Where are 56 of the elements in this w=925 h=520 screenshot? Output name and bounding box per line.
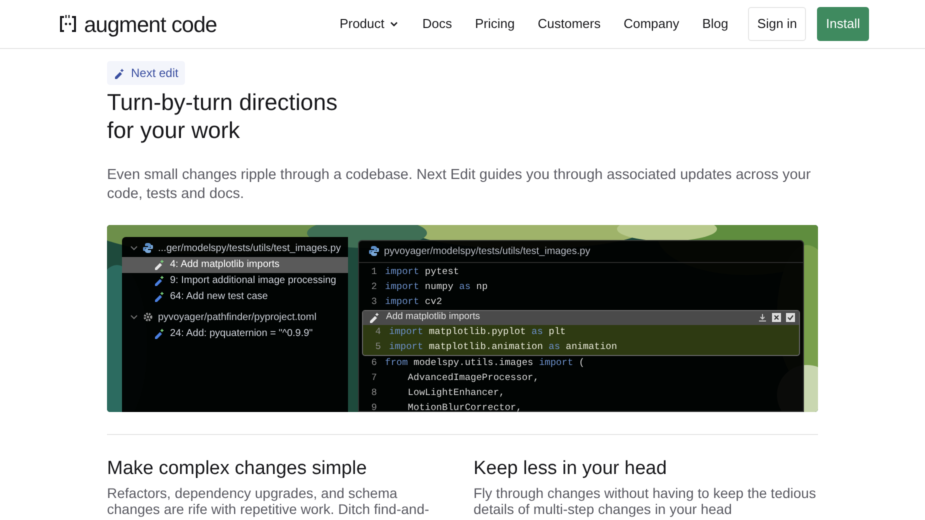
pen-sparkle-icon (114, 68, 125, 78)
code-line: LowLightEnhancer, (406, 386, 505, 400)
code-line: AdvancedImageProcessor, (406, 370, 539, 385)
code-line: import cv2 (385, 294, 442, 309)
nav-link[interactable]: Pricing (475, 14, 515, 34)
code-line: import pytest (385, 264, 460, 279)
section-text: Fly through changes without having to keep the tedious details of multi-step changes in your head (474, 484, 817, 516)
sign-in-button[interactable]: Sign in (748, 7, 806, 41)
suggestion-item[interactable]: 9: Import additional image processing (122, 272, 348, 288)
suggestion-title: Add matplotlib imports (386, 310, 480, 324)
nav-link[interactable]: Customers (538, 14, 601, 34)
code-line: MotionBlurCorrector, (406, 400, 522, 412)
hero-description: Even small changes ripple through a codebase. Next Edit guides you through associated updates across your code, tests and docs. (107, 166, 812, 204)
python-icon (369, 246, 379, 256)
line-number: 4 (374, 324, 382, 339)
python-icon (143, 243, 153, 253)
line-number: 9 (370, 400, 378, 412)
line-number: 8 (370, 386, 378, 400)
nav-link[interactable]: Company (624, 14, 680, 34)
pen-sparkle-icon (154, 275, 165, 286)
file-name[interactable]: pyvoyager/pathfinder/pyproject.toml (158, 310, 316, 324)
nav-link[interactable]: Blog (702, 14, 728, 34)
code-line: import numpy as np (385, 280, 488, 294)
pen-sparkle-icon (154, 259, 165, 270)
editor-tab[interactable]: pyvoyager/modelspy/tests/utils/test_images.py (384, 244, 590, 258)
section-heading: Make complex changes simple (107, 456, 368, 480)
code-line: import matplotlib.animation as animation (389, 340, 618, 354)
line-number: 6 (370, 356, 378, 370)
check-icon[interactable] (786, 313, 795, 322)
logo-text[interactable]: augment code (84, 8, 217, 40)
hero-title: Turn-by-turn directions for your work (107, 88, 339, 144)
pen-sparkle-icon (154, 291, 165, 302)
line-number: 1 (370, 264, 378, 279)
section-heading: Keep less in your head (474, 456, 668, 480)
gear-icon (143, 312, 153, 322)
suggestion-item[interactable]: 4: Add matplotlib imports (122, 256, 348, 272)
next-edit-badge: Next edit (107, 61, 186, 85)
nav-link[interactable]: Product (340, 14, 400, 34)
install-button[interactable]: Install (817, 7, 869, 41)
chevron-down-icon[interactable] (130, 244, 138, 252)
pen-sparkle-icon (154, 328, 165, 339)
code-line: import matplotlib.pyplot as plt (389, 324, 566, 339)
close-icon[interactable] (772, 313, 781, 322)
suggestion-item[interactable]: 24: Add: pyquaternion = "^0.9.9" (122, 326, 348, 342)
line-number: 7 (370, 370, 378, 385)
line-number: 5 (374, 340, 382, 354)
section-text: Refactors, dependency upgrades, and schema changes are rife with repetitive work. Ditch find-and- (107, 484, 430, 516)
logo-icon (58, 14, 78, 34)
accept-line-icon[interactable] (758, 313, 767, 322)
suggestion-item[interactable]: 64: Add new test case (122, 288, 348, 304)
pen-sparkle-icon (369, 312, 380, 323)
code-line: from modelspy.utils.images import ( (385, 356, 585, 370)
line-number: 2 (370, 280, 378, 294)
nav-link[interactable]: Docs (422, 14, 452, 34)
line-number: 3 (370, 294, 378, 309)
chevron-down-icon[interactable] (130, 313, 138, 321)
